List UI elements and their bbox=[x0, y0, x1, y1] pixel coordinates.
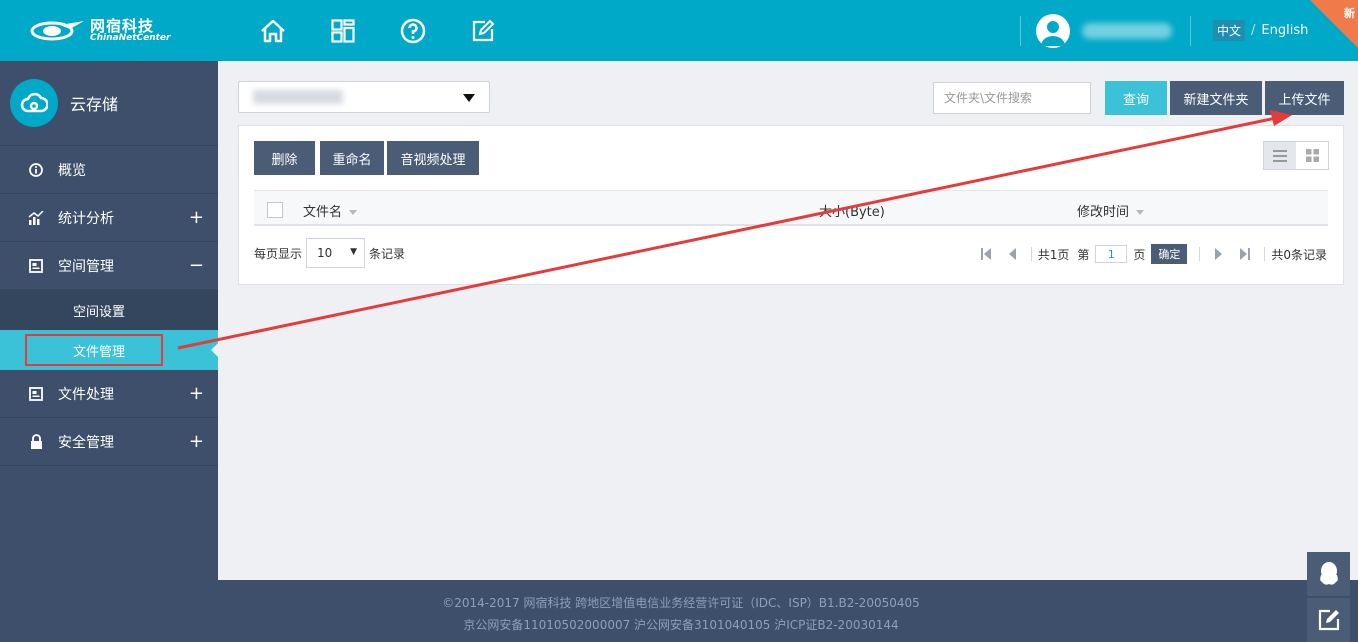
sidebar-item-label: 文件处理 bbox=[58, 386, 114, 403]
new-badge[interactable]: 新 bbox=[1310, 0, 1358, 48]
cloud-icon bbox=[10, 79, 58, 127]
sidebar-item-overview[interactable]: 概览 bbox=[0, 146, 218, 194]
rename-button[interactable]: 重命名 bbox=[320, 141, 384, 175]
dashboard-grid-icon[interactable] bbox=[320, 8, 366, 54]
edit-icon[interactable] bbox=[460, 8, 506, 54]
upload-file-button[interactable]: 上传文件 bbox=[1265, 81, 1344, 115]
new-folder-button[interactable]: 新建文件夹 bbox=[1170, 81, 1262, 115]
annotation-highlight-box bbox=[25, 334, 163, 366]
top-header: 网宿科技 ChinaNetCenter 中文 / English 新 bbox=[0, 0, 1358, 61]
per-page-suffix: 条记录 bbox=[369, 246, 406, 261]
main-content: 查询 新建文件夹 上传文件 删除 重命名 音视频处理 文件名 大小(Byte) … bbox=[218, 61, 1358, 580]
pagination: 共1页 第 页 确定 共0条记录 bbox=[973, 244, 1327, 264]
window-icon bbox=[28, 258, 44, 274]
collapse-icon[interactable]: − bbox=[189, 255, 204, 276]
page-size-value: 10 bbox=[317, 246, 333, 260]
floating-actions bbox=[1307, 552, 1350, 642]
sidebar-subitem-file-management[interactable]: 文件管理 bbox=[0, 330, 218, 370]
page-size-control: 每页显示 10 ▼ 条记录 bbox=[254, 238, 405, 268]
lang-en-button[interactable]: English bbox=[1261, 23, 1308, 38]
sidebar: 云存储 概览 统计分析 + 空间管理 − 空间设置 文件管理 文件处理 + 安全… bbox=[0, 61, 218, 580]
logo-en-text: ChinaNetCenter bbox=[90, 32, 171, 43]
view-toggle bbox=[1263, 141, 1329, 170]
expand-icon[interactable]: + bbox=[189, 431, 204, 452]
feedback-edit-icon[interactable] bbox=[1307, 598, 1350, 642]
sidebar-item-label: 概览 bbox=[58, 162, 86, 179]
lang-cn-button[interactable]: 中文 bbox=[1213, 20, 1246, 41]
total-records: 共0条记录 bbox=[1271, 247, 1327, 262]
page-suffix: 页 bbox=[1133, 247, 1146, 262]
logo-mark-icon bbox=[30, 19, 86, 43]
column-header-size[interactable]: 大小(Byte) bbox=[819, 201, 885, 220]
first-page-icon[interactable] bbox=[979, 247, 993, 261]
top-nav bbox=[250, 0, 530, 61]
table-header: 文件名 大小(Byte) 修改时间 bbox=[254, 190, 1328, 226]
new-badge-label: 新 bbox=[1344, 7, 1355, 20]
caret-down-icon: ▼ bbox=[350, 247, 358, 257]
bucket-select[interactable] bbox=[238, 81, 490, 113]
language-switch: 中文 / English bbox=[1213, 20, 1308, 41]
query-button[interactable]: 查询 bbox=[1105, 81, 1167, 115]
logo-cn-text: 网宿科技 bbox=[90, 16, 155, 35]
avatar[interactable] bbox=[1036, 13, 1070, 48]
sidebar-submenu: 空间设置 文件管理 bbox=[0, 290, 218, 370]
sidebar-item-label: 空间管理 bbox=[58, 258, 114, 275]
sidebar-item-label: 统计分析 bbox=[58, 210, 114, 227]
page-size-select[interactable]: 10 ▼ bbox=[306, 238, 366, 268]
qq-chat-icon[interactable] bbox=[1307, 552, 1350, 596]
bar-chart-icon bbox=[28, 210, 44, 226]
list-view-icon[interactable] bbox=[1264, 142, 1296, 169]
av-processing-button[interactable]: 音视频处理 bbox=[387, 141, 479, 175]
sidebar-item-space-management[interactable]: 空间管理 − bbox=[0, 242, 218, 290]
sidebar-item-statistics[interactable]: 统计分析 + bbox=[0, 194, 218, 242]
sort-icon bbox=[1136, 210, 1145, 215]
column-header-modified-time[interactable]: 修改时间 bbox=[1077, 201, 1145, 220]
sidebar-item-label: 安全管理 bbox=[58, 434, 114, 451]
sidebar-item-file-processing[interactable]: 文件处理 + bbox=[0, 370, 218, 418]
footer-license-line: ©2014-2017 网宿科技 跨地区增值电信业务经营许可证（IDC、ISP）B… bbox=[442, 596, 920, 610]
sort-icon bbox=[349, 210, 358, 215]
footer: ©2014-2017 网宿科技 跨地区增值电信业务经营许可证（IDC、ISP）B… bbox=[0, 580, 1358, 642]
per-page-prefix: 每页显示 bbox=[254, 246, 303, 261]
help-icon[interactable] bbox=[390, 8, 436, 54]
sidebar-subitem-space-settings[interactable]: 空间设置 bbox=[0, 290, 218, 330]
delete-button[interactable]: 删除 bbox=[254, 141, 315, 175]
lang-separator: / bbox=[1251, 23, 1256, 38]
username-redacted[interactable] bbox=[1082, 22, 1172, 39]
header-divider bbox=[1020, 15, 1021, 46]
home-icon[interactable] bbox=[250, 8, 296, 54]
window-icon bbox=[28, 386, 44, 402]
page-confirm-button[interactable]: 确定 bbox=[1151, 244, 1188, 264]
sidebar-brand-label: 云存储 bbox=[70, 95, 119, 114]
user-area: 中文 / English bbox=[1020, 0, 1308, 61]
total-pages: 共1页 bbox=[1037, 247, 1070, 262]
expand-icon[interactable]: + bbox=[189, 207, 204, 228]
column-header-filename[interactable]: 文件名 bbox=[303, 201, 358, 220]
sidebar-item-security[interactable]: 安全管理 + bbox=[0, 418, 218, 466]
prev-page-icon[interactable] bbox=[1005, 247, 1019, 261]
grid-view-icon[interactable] bbox=[1296, 142, 1328, 169]
bucket-name-redacted bbox=[253, 90, 343, 104]
page-number-input[interactable] bbox=[1095, 245, 1128, 263]
page-prefix: 第 bbox=[1077, 247, 1090, 262]
logo[interactable]: 网宿科技 ChinaNetCenter bbox=[0, 0, 218, 61]
header-divider bbox=[1190, 15, 1191, 46]
search-input[interactable] bbox=[933, 82, 1091, 114]
sidebar-brand: 云存储 bbox=[0, 61, 218, 146]
lock-icon bbox=[28, 434, 44, 450]
file-list-panel: 删除 重命名 音视频处理 文件名 大小(Byte) 修改时间 每页显示 10 ▼… bbox=[238, 125, 1344, 285]
footer-record-line: 京公网安备11010502000007 沪公网安备3101040105 沪ICP… bbox=[463, 618, 899, 632]
select-all-checkbox[interactable] bbox=[267, 202, 283, 218]
expand-icon[interactable]: + bbox=[189, 383, 204, 404]
info-icon bbox=[28, 162, 44, 178]
next-page-icon[interactable] bbox=[1212, 247, 1226, 261]
caret-down-icon bbox=[463, 94, 475, 102]
sidebar-subitem-label: 空间设置 bbox=[73, 304, 126, 320]
last-page-icon[interactable] bbox=[1238, 247, 1252, 261]
